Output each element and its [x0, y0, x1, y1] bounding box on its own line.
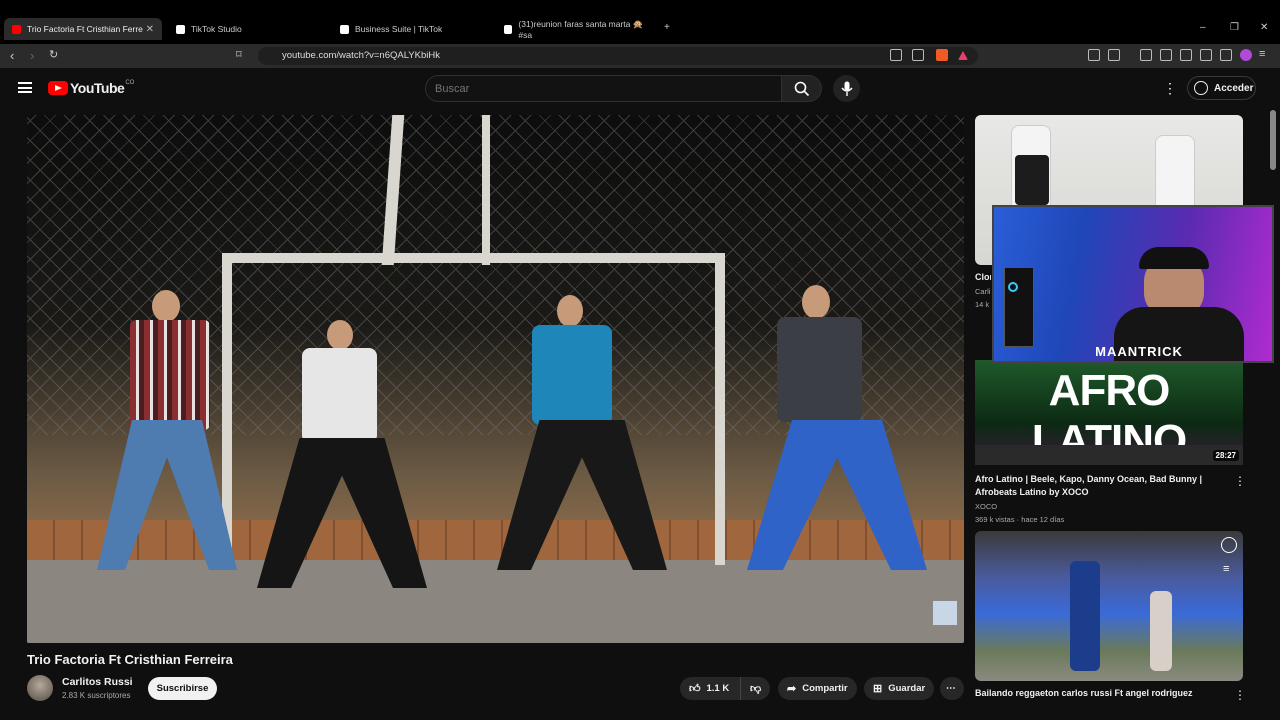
back-icon[interactable]: ‹: [10, 48, 14, 63]
save-label: Guardar: [888, 683, 926, 694]
like-count: 1.1 K: [706, 683, 730, 694]
recommendation-meta: 369 k vistas · hace 12 días: [975, 515, 1065, 524]
menu-icon[interactable]: ≡: [1259, 48, 1265, 60]
share-icon[interactable]: [912, 49, 924, 61]
wallet-icon[interactable]: [1180, 49, 1192, 61]
maximize-icon[interactable]: ❐: [1230, 22, 1239, 33]
address-bar-row: ‹ › ↻ ⌑ youtube.com/watch?v=n6QALYKbiHk …: [0, 44, 1280, 68]
bookmark-icon[interactable]: ⌑: [236, 48, 242, 61]
recommendation-meta: 14 k: [975, 300, 990, 309]
video-title: Trio Factoria Ft Cristhian Ferreira: [27, 652, 233, 667]
tab-label: Trio Factoria Ft Cristhian Ferre: [27, 24, 143, 34]
search-button[interactable]: [781, 75, 822, 102]
search-icon: [794, 81, 810, 97]
tab-label: Business Suite | TikTok: [355, 24, 443, 34]
recommendation-channel[interactable]: XOCO: [975, 502, 997, 511]
scrollbar-thumb[interactable]: [1270, 110, 1276, 170]
recommendation-title[interactable]: Afro Latino | Beele, Kapo, Danny Ocean, …: [975, 473, 1225, 499]
settings-kebab-icon[interactable]: ⋮: [1163, 80, 1177, 97]
tiktok-favicon-icon: [340, 24, 349, 34]
recommendation-channel[interactable]: Carli: [975, 287, 991, 296]
video-player[interactable]: [27, 115, 964, 643]
like-button[interactable]: 👍︎ 1.1 K: [680, 677, 740, 700]
video-duration: 28:27: [1212, 450, 1239, 461]
recommendation-thumbnail-2[interactable]: AFRO LATINO 28:27: [975, 360, 1243, 465]
hamburger-menu-icon[interactable]: [18, 82, 32, 93]
signin-label: Acceder: [1214, 82, 1254, 94]
tab-youtube[interactable]: Trio Factoria Ft Cristhian Ferre ✕: [4, 18, 162, 40]
close-icon[interactable]: ✕: [146, 24, 154, 35]
dancer-2: [257, 320, 427, 595]
minimize-icon[interactable]: –: [1200, 22, 1206, 33]
goal-crossbar: [222, 253, 725, 263]
logo-country: CO: [125, 80, 135, 86]
reload-icon[interactable]: ↻: [49, 48, 58, 61]
thumbs-up-icon: 👍︎: [689, 683, 701, 695]
share-label: Compartir: [802, 683, 848, 694]
top-strip: [0, 0, 1280, 16]
voice-search-button[interactable]: [833, 75, 860, 102]
tab-business-suite[interactable]: Business Suite | TikTok: [332, 18, 492, 40]
url-field[interactable]: youtube.com/watch?v=n6QALYKbiHk: [258, 47, 978, 65]
url-text: youtube.com/watch?v=n6QALYKbiHk: [282, 50, 440, 61]
channel-name[interactable]: Carlitos Russi: [62, 676, 133, 688]
profile-icon[interactable]: [1240, 49, 1252, 61]
leo-icon[interactable]: [1200, 49, 1212, 61]
cast-icon[interactable]: [890, 49, 902, 61]
window-close-icon[interactable]: ✕: [1260, 22, 1268, 33]
youtube-logo[interactable]: YouTube CO: [48, 80, 134, 96]
search-input[interactable]: [425, 75, 782, 102]
recommendation-title[interactable]: Clon: [975, 271, 991, 284]
signin-button[interactable]: Acceder: [1187, 76, 1256, 100]
tiktok-favicon-icon: [504, 24, 513, 34]
brave-rewards-icon[interactable]: [958, 51, 968, 60]
youtube-favicon-icon: [12, 24, 21, 34]
new-tab-icon[interactable]: +: [664, 22, 670, 33]
channel-avatar[interactable]: [27, 675, 53, 701]
youtube-play-icon: [48, 81, 68, 95]
youtube-header: YouTube CO ⋮ Acceder: [0, 68, 1280, 110]
media-icon[interactable]: [1140, 49, 1152, 61]
tab-search-icon[interactable]: [1108, 49, 1120, 61]
sidebar-icon[interactable]: [1160, 49, 1172, 61]
account-icon: [1194, 81, 1208, 95]
more-icon: ⋯: [946, 683, 956, 694]
tab-tiktok-video[interactable]: (31)reunion faras santa marta 🙊#sa: [496, 18, 656, 40]
subscribe-button[interactable]: Suscribirse: [148, 677, 217, 700]
watch-later-icon[interactable]: [1221, 537, 1237, 553]
more-actions-button[interactable]: ⋯: [940, 677, 964, 700]
dislike-button[interactable]: 👎︎: [740, 677, 770, 700]
logo-text: YouTube: [70, 80, 125, 96]
mic-icon: [840, 81, 853, 96]
fan-light-icon: [1008, 282, 1018, 292]
dancer-1: [97, 290, 237, 590]
dancer-4: [747, 285, 927, 595]
save-button[interactable]: ⊞ Guardar: [864, 677, 935, 700]
channel-watermark[interactable]: [932, 600, 958, 626]
add-to-queue-icon[interactable]: ≡: [1223, 563, 1229, 575]
webcam-overlay: MAANTRICK: [992, 205, 1274, 363]
share-button[interactable]: ➦ Compartir: [778, 677, 857, 700]
goal-net-post: [482, 115, 490, 265]
subscriber-count: 2.83 K suscriptores: [62, 691, 131, 700]
thumbs-down-icon: 👎︎: [750, 683, 762, 695]
browser-tab-bar: Trio Factoria Ft Cristhian Ferre ✕ TikTo…: [0, 0, 1280, 44]
recommendation-thumbnail-3[interactable]: ≡: [975, 531, 1243, 681]
save-playlist-icon: ⊞: [873, 683, 883, 695]
goal-post-right: [715, 255, 725, 565]
brave-shield-icon[interactable]: [936, 49, 948, 61]
dancer-3: [497, 295, 667, 595]
extensions-icon[interactable]: [1088, 49, 1100, 61]
recommendation-title[interactable]: Bailando reggaeton carlos russi Ft angel…: [975, 687, 1225, 700]
tiktok-favicon-icon: [176, 24, 185, 34]
forward-icon[interactable]: ›: [30, 48, 34, 63]
more-options-icon[interactable]: ⋮: [1234, 688, 1246, 702]
streamer-name: MAANTRICK: [1095, 344, 1183, 359]
vpn-icon[interactable]: [1220, 49, 1232, 61]
tab-tiktok-studio[interactable]: TikTok Studio: [168, 18, 328, 40]
tab-label: (31)reunion faras santa marta 🙊#sa: [518, 18, 644, 40]
tab-label: TikTok Studio: [191, 24, 242, 34]
more-options-icon[interactable]: ⋮: [1234, 474, 1246, 488]
share-arrow-icon: ➦: [787, 683, 797, 695]
